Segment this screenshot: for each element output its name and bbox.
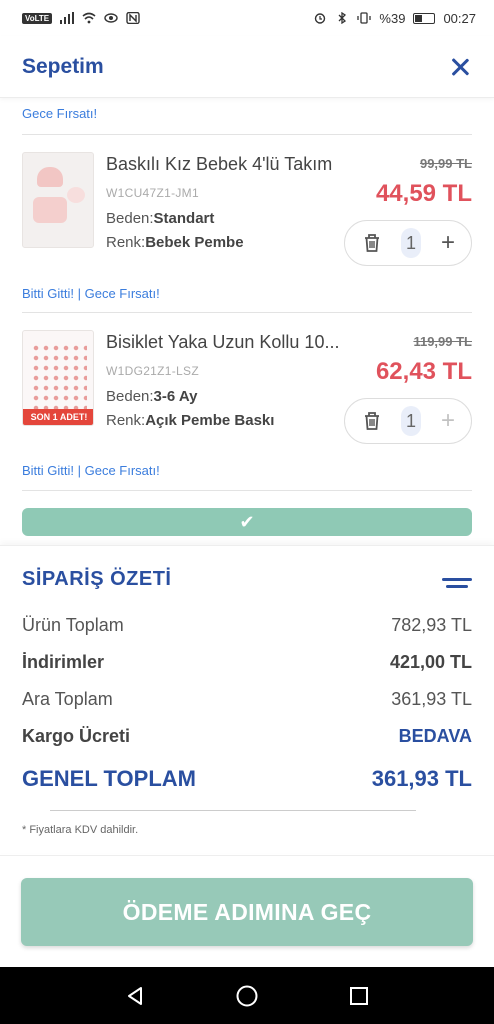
clock: 00:27: [443, 10, 476, 26]
divider: [50, 810, 416, 811]
status-bar: VoLTE %39 00:27: [0, 0, 494, 36]
summary-row-total: GENEL TOPLAM 361,93 TL: [22, 766, 472, 791]
divider: [22, 490, 472, 491]
product-size: Beden:Standart: [106, 210, 215, 227]
quantity-stepper: 1 +: [344, 220, 472, 266]
collapse-icon[interactable]: [442, 576, 472, 590]
product-title[interactable]: Baskılı Kız Bebek 4'lü Takım: [106, 154, 376, 175]
vibrate-icon: [357, 12, 372, 24]
plus-icon[interactable]: +: [441, 231, 455, 255]
deal-tags[interactable]: Bitti Gitti! | Gece Fırsatı!: [0, 463, 160, 478]
summary-title: SİPARİŞ ÖZETİ: [22, 568, 172, 590]
quantity-value: 1: [400, 228, 421, 258]
old-price: 119,99 TL: [413, 334, 472, 349]
page-header: Sepetim: [0, 36, 494, 98]
order-summary: SİPARİŞ ÖZETİ Ürün Toplam 782,93 TL İndi…: [0, 545, 494, 853]
plus-icon[interactable]: +: [441, 409, 455, 433]
product-sku: W1CU47Z1-JM1: [106, 186, 199, 200]
summary-row-interim: Ara Toplam 361,93 TL: [22, 689, 472, 709]
battery-percent: %39: [379, 10, 406, 26]
bluetooth-icon: [338, 12, 347, 24]
nfc-icon: [126, 12, 140, 24]
product-color: Renk:Açık Pembe Baskı: [106, 412, 275, 429]
product-image[interactable]: [22, 152, 94, 248]
summary-row-subtotal: Ürün Toplam 782,93 TL: [22, 615, 472, 635]
eye-icon: [104, 13, 118, 23]
back-icon[interactable]: [124, 985, 146, 1007]
system-nav-bar: [0, 967, 494, 1024]
product-color: Renk:Bebek Pembe: [106, 234, 244, 251]
divider: [22, 312, 472, 313]
checkout-button[interactable]: ÖDEME ADIMINA GEÇ: [21, 878, 473, 946]
product-title[interactable]: Bisiklet Yaka Uzun Kollu 10...: [106, 332, 376, 353]
alarm-icon: [315, 13, 326, 24]
summary-row-shipping: Kargo Ücreti BEDAVA: [22, 726, 472, 746]
wifi-icon: [82, 12, 96, 24]
product-size: Beden:3-6 Ay: [106, 388, 198, 405]
vat-note: * Fiyatlara KDV dahildir.: [22, 824, 139, 836]
signal-icon: [60, 12, 75, 24]
checkout-area: ÖDEME ADIMINA GEÇ: [0, 855, 494, 967]
cart-item: SON 1 ADET! Bisiklet Yaka Uzun Kollu 10.…: [22, 330, 472, 460]
summary-row-discounts: İndirimler 421,00 TL: [22, 652, 472, 672]
deal-tags[interactable]: Bitti Gitti! | Gece Fırsatı!: [0, 286, 160, 301]
volte-icon: VoLTE: [22, 12, 53, 24]
deal-tags-top[interactable]: Gece Fırsatı!: [0, 106, 97, 121]
trash-icon[interactable]: [363, 411, 381, 431]
page-title: Sepetim: [22, 54, 104, 78]
quantity-stepper: 1 +: [344, 398, 472, 444]
divider: [22, 134, 472, 135]
trash-icon[interactable]: [363, 233, 381, 253]
new-price: 44,59 TL: [375, 180, 472, 207]
free-shipping-progress: ✔: [22, 508, 472, 536]
quantity-value: 1: [400, 406, 421, 436]
new-price: 62,43 TL: [375, 358, 472, 385]
check-icon: ✔: [239, 511, 255, 532]
home-icon[interactable]: [235, 984, 259, 1008]
product-image[interactable]: SON 1 ADET!: [22, 330, 94, 426]
recent-apps-icon[interactable]: [348, 985, 370, 1007]
cart-item: Baskılı Kız Bebek 4'lü Takım W1CU47Z1-JM…: [22, 152, 472, 282]
stock-badge: SON 1 ADET!: [23, 409, 93, 425]
old-price: 99,99 TL: [419, 156, 472, 171]
close-icon[interactable]: [448, 55, 472, 79]
battery-icon: [413, 12, 436, 24]
product-sku: W1DG21Z1-LSZ: [106, 364, 199, 378]
